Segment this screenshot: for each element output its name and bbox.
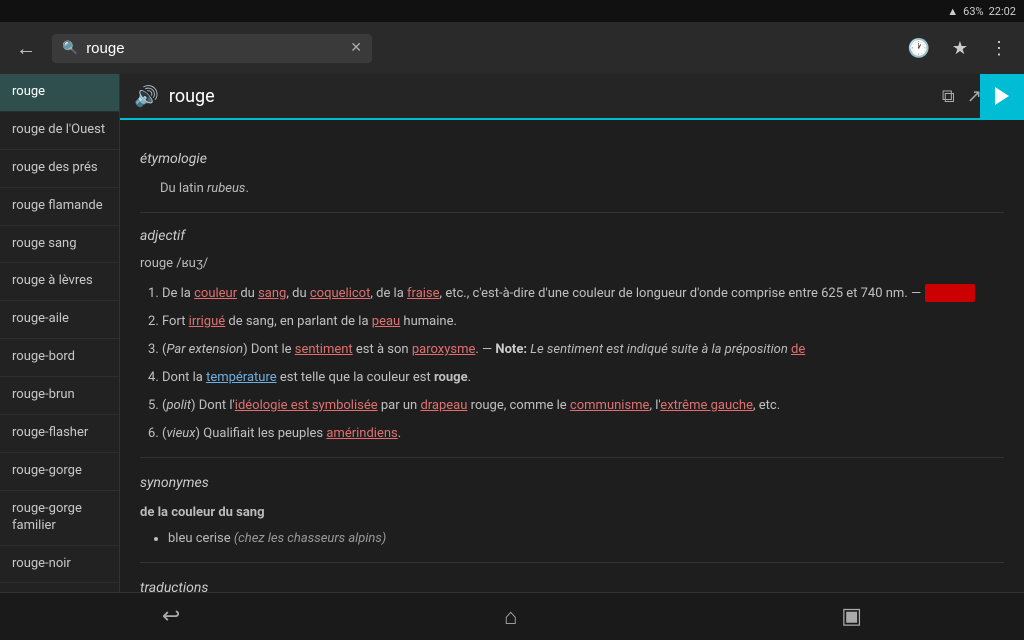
more-menu-button[interactable]: ⋮ (984, 32, 1014, 65)
divider-1 (140, 212, 1004, 213)
sidebar-item-5[interactable]: rouge à lèvres (0, 263, 119, 301)
link-extreme-gauche[interactable]: extrême gauche (660, 398, 753, 413)
definition-body: étymologie Du latin rubeus. adjectif rou… (120, 120, 1024, 592)
link-amerindiens[interactable]: amérindiens (326, 426, 397, 441)
link-fraise[interactable]: fraise (407, 286, 440, 301)
battery-text: 63% (963, 5, 983, 18)
link-sentiment[interactable]: sentiment (295, 342, 353, 357)
status-icons: ▲ 63% 22:02 (947, 5, 1016, 18)
sidebar-item-9[interactable]: rouge-flasher (0, 415, 119, 453)
sidebar-item-7[interactable]: rouge-bord (0, 339, 119, 377)
red-swatch (925, 284, 975, 302)
synonymes-subtitle: de la couleur du sang (140, 502, 1004, 524)
word-header: 🔊 rouge ⧉ ↗ ☆ (120, 74, 1024, 120)
etymology-text: Du latin rubeus. (140, 178, 1004, 200)
nav-home-button[interactable]: ⌂ (484, 596, 537, 638)
play-button[interactable] (980, 74, 1024, 118)
nav-back-button[interactable]: ↩ (142, 596, 200, 637)
divider-3 (140, 562, 1004, 563)
definition-item-3: (Par extension) Dont le sentiment est à … (162, 339, 1004, 361)
definition-item-5: (polit) Dont l'idéologie est symbolisée … (162, 395, 1004, 417)
search-icon: 🔍 (62, 41, 78, 56)
back-button[interactable]: ← (10, 30, 42, 67)
sidebar-item-4[interactable]: rouge sang (0, 226, 119, 264)
link-coquelicot[interactable]: coquelicot (310, 286, 370, 301)
definition-item-2: Fort irrigué de sang, en parlant de la p… (162, 311, 1004, 333)
sidebar-item-1[interactable]: rouge de l'Ouest (0, 112, 119, 150)
synonymes-title: synonymes (140, 472, 1004, 496)
pos-adjectif: adjectif (140, 225, 1004, 249)
link-irrigué[interactable]: irrigué (189, 314, 226, 329)
wifi-icon: ▲ (947, 5, 958, 18)
search-box[interactable]: 🔍 ✕ (52, 34, 372, 63)
nav-recent-button[interactable]: ▣ (821, 596, 882, 637)
definitions-list: De la couleur du sang, du coquelicot, de… (140, 283, 1004, 446)
link-ideologie[interactable]: idéologie est symbolisée (235, 398, 378, 413)
history-button[interactable]: 🕐 (901, 32, 935, 65)
word-title: rouge (169, 86, 215, 107)
etymology-title: étymologie (140, 148, 1004, 172)
definition-item-1: De la couleur du sang, du coquelicot, de… (162, 283, 1004, 305)
bottom-bar: ↩ ⌂ ▣ (0, 592, 1024, 640)
synonymes-list: bleu cerise (chez les chasseurs alpins) (140, 528, 1004, 550)
search-input[interactable] (86, 40, 342, 57)
link-paroxysme[interactable]: paroxysme (412, 342, 476, 357)
link-couleur[interactable]: couleur (194, 286, 237, 301)
sidebar-item-8[interactable]: rouge-brun (0, 377, 119, 415)
synonyme-item-1: bleu cerise (chez les chasseurs alpins) (168, 528, 1004, 550)
sidebar-item-2[interactable]: rouge des prés (0, 150, 119, 188)
status-bar: ▲ 63% 22:02 (0, 0, 1024, 22)
time-display: 22:02 (989, 5, 1016, 18)
traductions-title: traductions (140, 577, 1004, 592)
link-communisme[interactable]: communisme (570, 398, 650, 413)
phonetic: rouge /ʁuʒ/ (140, 253, 1004, 275)
clear-button[interactable]: ✕ (350, 40, 362, 56)
content-area: 🔊 rouge ⧉ ↗ ☆ étymologie Du latin rubeus… (120, 74, 1024, 592)
link-drapeau[interactable]: drapeau (420, 398, 467, 413)
link-peau[interactable]: peau (372, 314, 400, 329)
sidebar-item-12[interactable]: rouge-noir (0, 546, 119, 584)
sidebar-item-13[interactable]: rouge-pie (0, 583, 119, 592)
sidebar-item-0[interactable]: rouge (0, 74, 119, 112)
link-temperature[interactable]: température (206, 370, 277, 385)
definition-item-4: Dont la température est telle que la cou… (162, 367, 1004, 389)
sidebar: rougerouge de l'Ouestrouge des présrouge… (0, 74, 120, 592)
speaker-icon[interactable]: 🔊 (134, 84, 159, 108)
top-bar: ← 🔍 ✕ 🕐 ★ ⋮ (0, 22, 1024, 74)
divider-2 (140, 457, 1004, 458)
definition-item-6: (vieux) Qualifiait les peuples amérindie… (162, 423, 1004, 445)
main-area: rougerouge de l'Ouestrouge des présrouge… (0, 74, 1024, 592)
sidebar-item-6[interactable]: rouge-aile (0, 301, 119, 339)
sidebar-item-10[interactable]: rouge-gorge (0, 453, 119, 491)
favorite-button[interactable]: ★ (946, 32, 974, 65)
link-sang[interactable]: sang (258, 286, 286, 301)
sidebar-item-11[interactable]: rouge-gorge familier (0, 491, 119, 546)
copy-icon[interactable]: ⧉ (942, 86, 955, 107)
link-de[interactable]: de (791, 342, 805, 357)
sidebar-item-3[interactable]: rouge flamande (0, 188, 119, 226)
